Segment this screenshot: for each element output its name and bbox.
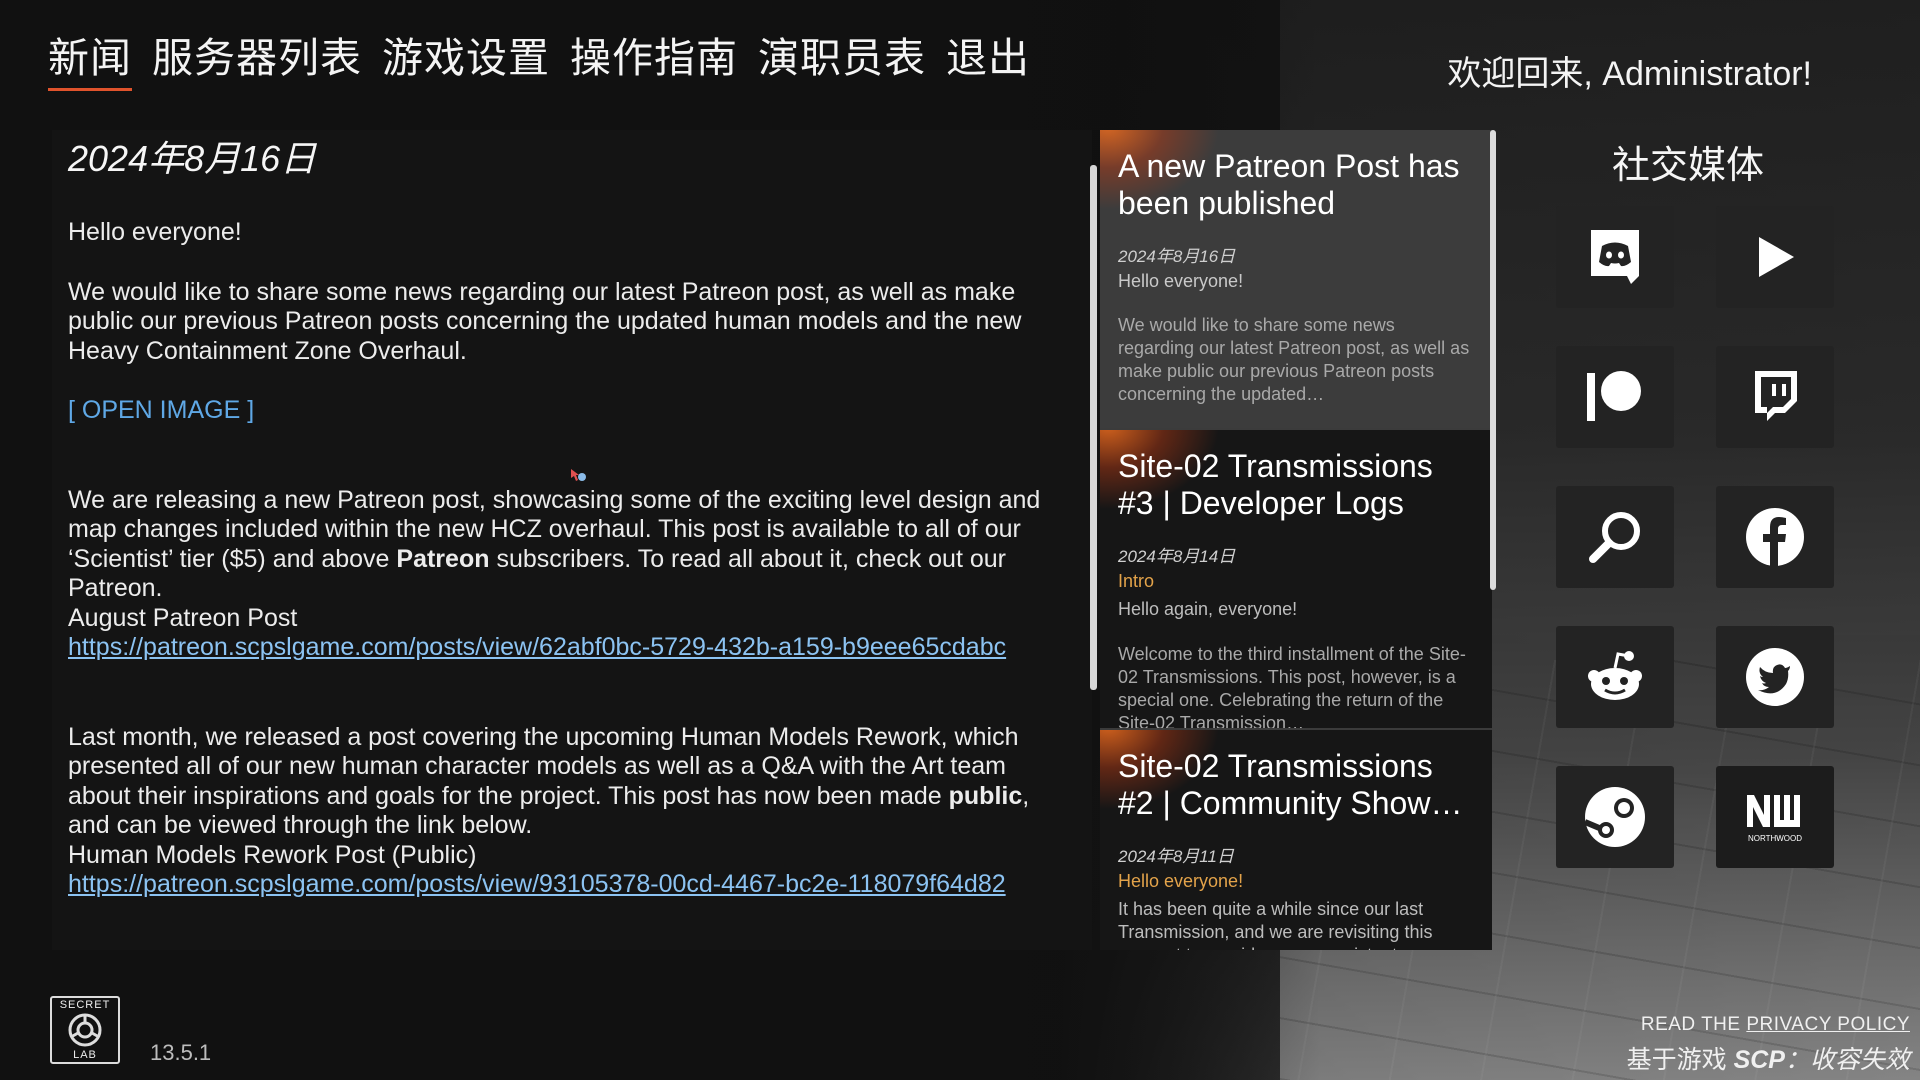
patreon-button[interactable] [1556, 346, 1674, 448]
news-card-subtitle: Hello everyone! [1118, 871, 1244, 891]
article-paragraph-1: We would like to share some news regardi… [68, 277, 1022, 365]
patreon-link-1[interactable]: https://patreon.scpslgame.com/posts/view… [68, 633, 1006, 661]
secret-lab-logo: SECRET LAB [50, 996, 120, 1064]
nav-server-list[interactable]: 服务器列表 [152, 24, 362, 91]
news-card[interactable]: Site-02 Transmissions #3 | Developer Log… [1100, 430, 1492, 730]
news-article[interactable]: 2024年8月16日 Hello everyone! We would like… [52, 130, 1092, 950]
steam-icon [1583, 787, 1645, 847]
news-card-date: 2024年8月11日 [1118, 847, 1234, 866]
news-card-title: A new Patreon Post has been published [1118, 148, 1460, 221]
article-date: 2024年8月16日 [68, 138, 317, 179]
northwood-icon: NORTHWOOD [1747, 795, 1802, 843]
northwood-button[interactable]: NORTHWOOD [1716, 766, 1834, 868]
based-on-text: 基于游戏 SCP：收容失效 [1626, 1046, 1910, 1074]
news-card-excerpt: We would like to share some news regardi… [1118, 315, 1470, 404]
news-card-title: Site-02 Transmissions #2 | Community Sho… [1118, 748, 1463, 821]
patreon-icon [1587, 371, 1641, 421]
news-card-body: Hello again, everyone! [1118, 599, 1298, 619]
reddit-button[interactable] [1556, 626, 1674, 728]
article-paragraph-3: Last month, we released a post covering … [68, 722, 1030, 840]
news-card-subtitle: Intro [1118, 571, 1155, 591]
facebook-icon [1746, 508, 1804, 566]
youtube-button[interactable] [1716, 206, 1834, 308]
news-card-excerpt: Welcome to the third installment of the … [1118, 644, 1466, 730]
news-card-date: 2024年8月14日 [1118, 547, 1236, 566]
mouse-cursor-icon [571, 469, 586, 481]
news-card-title: Site-02 Transmissions #3 | Developer Log… [1118, 448, 1433, 521]
privacy-policy-text: READ THE PRIVACY POLICY [1640, 1014, 1910, 1035]
twitter-icon [1746, 648, 1804, 706]
logo-top-text: SECRET [59, 999, 111, 1011]
article-scrollbar[interactable] [1090, 165, 1097, 690]
northwood-label: NORTHWOOD [1748, 834, 1802, 843]
nav-guide[interactable]: 操作指南 [570, 24, 738, 91]
logo-bottom-text: LAB [73, 1049, 97, 1061]
open-image-link[interactable]: [ OPEN IMAGE ] [68, 396, 254, 424]
news-card-date: 2024年8月16日 [1118, 247, 1236, 266]
twitter-button[interactable] [1716, 626, 1834, 728]
patreon-link-2[interactable]: https://patreon.scpslgame.com/posts/view… [68, 870, 1006, 898]
scp-emblem-icon [68, 1013, 102, 1047]
news-card[interactable]: A new Patreon Post has been published 20… [1100, 130, 1492, 430]
version-label: 13.5.1 [150, 1040, 212, 1065]
news-list-scrollbar[interactable] [1490, 130, 1496, 590]
nav-game-settings[interactable]: 游戏设置 [382, 24, 550, 91]
twitch-button[interactable] [1716, 346, 1834, 448]
link-1-label: August Patreon Post [68, 603, 298, 632]
youtube-icon [1759, 237, 1794, 277]
top-nav: 新闻 服务器列表 游戏设置 操作指南 演职员表 退出 [48, 24, 1030, 91]
facebook-button[interactable] [1716, 486, 1834, 588]
discord-button[interactable] [1556, 206, 1674, 308]
news-card[interactable]: Site-02 Transmissions #2 | Community Sho… [1100, 730, 1492, 950]
article-greeting: Hello everyone! [68, 218, 242, 246]
discord-icon [1591, 230, 1639, 284]
article-paragraph-2: We are releasing a new Patreon post, sho… [68, 485, 1041, 603]
steam-button[interactable] [1556, 766, 1674, 868]
nav-exit[interactable]: 退出 [946, 24, 1030, 91]
welcome-text: 欢迎回来, Administrator! [1447, 55, 1812, 93]
link-2-label: Human Models Rework Post (Public) [68, 840, 477, 869]
search-icon [1589, 512, 1640, 563]
reddit-icon [1588, 651, 1642, 700]
privacy-policy-link[interactable]: PRIVACY POLICY [1746, 1014, 1910, 1035]
nav-credits[interactable]: 演职员表 [758, 24, 926, 91]
nav-news[interactable]: 新闻 [48, 24, 132, 91]
social-title: 社交媒体 [1612, 143, 1765, 187]
news-card-subtitle: Hello everyone! [1118, 271, 1244, 291]
news-list[interactable]: A new Patreon Post has been published 20… [1100, 130, 1492, 950]
search-button[interactable] [1556, 486, 1674, 588]
news-card-body: It has been quite a while since our last… [1118, 899, 1433, 950]
twitch-icon [1755, 371, 1797, 421]
social-grid: NORTHWOOD [1556, 206, 1834, 868]
